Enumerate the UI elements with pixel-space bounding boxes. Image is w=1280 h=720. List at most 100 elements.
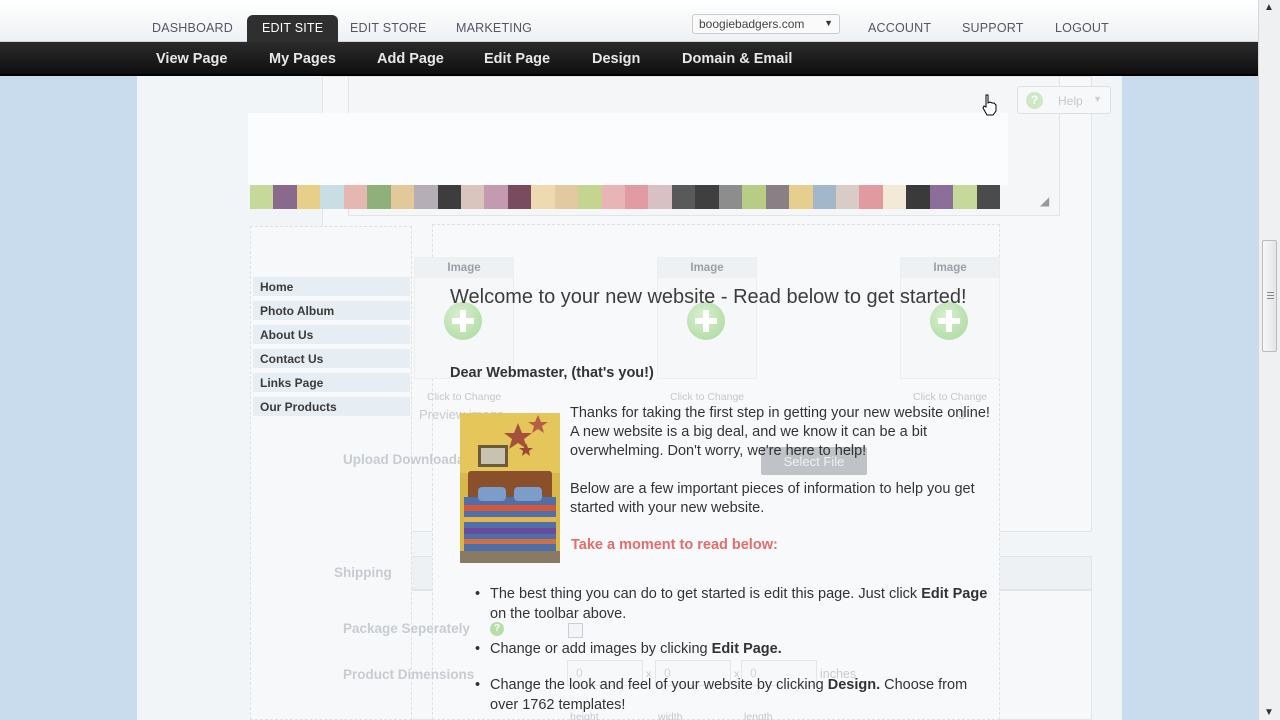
stripe-segment [507, 185, 532, 209]
bullet-dot: • [475, 586, 481, 602]
stripe-segment [953, 185, 977, 209]
stripe-segment [882, 185, 907, 209]
welcome-paragraph-2: Below are a few important pieces of info… [570, 481, 975, 516]
bedroom-photo [460, 413, 560, 563]
stripe-segment [390, 185, 415, 209]
image-slot-hint[interactable]: Click to Change [670, 391, 744, 403]
stripe-segment [460, 185, 485, 209]
view-page-button[interactable]: View Page [156, 51, 227, 67]
bullet-bold: Edit Page [921, 586, 988, 602]
list-item: • Change the look and feel of your websi… [475, 676, 990, 715]
stripe-segment [320, 185, 344, 209]
vertical-scrollbar[interactable]: ▲ ▼ [1258, 0, 1280, 720]
site-selector[interactable]: boogiebadgers.com ▼ [692, 14, 840, 34]
stripe-segment [367, 185, 391, 209]
stripe-segment [625, 185, 649, 209]
welcome-notice: Take a moment to read below: [571, 537, 778, 553]
bullet-bold: Edit Page. [711, 641, 782, 657]
stripe-segment [718, 185, 743, 209]
bullet-text: The best thing you can do to get started… [490, 586, 922, 602]
image-slot-hint[interactable]: Click to Change [913, 391, 987, 403]
stripe-segment [835, 185, 860, 209]
stripe-segment [812, 185, 836, 209]
top-navigation: DASHBOARD EDIT SITE EDIT STORE MARKETING… [0, 0, 1258, 42]
welcome-greeting: Dear Webmaster, (that's you!) [450, 365, 654, 381]
stripe-segment [531, 185, 555, 209]
stripe-segment [578, 185, 602, 209]
help-button[interactable]: ? Help ▼ [1017, 86, 1111, 114]
help-icon: ? [1026, 92, 1043, 109]
logout-link[interactable]: LOGOUT [1055, 21, 1109, 35]
bullet-text: Change the look and feel of your website… [490, 677, 828, 693]
stripe-segment [484, 185, 508, 209]
grip-line [1267, 292, 1274, 293]
chevron-down-icon: ▼ [824, 18, 833, 28]
stripe-segment [859, 185, 883, 209]
image-slot-caption: Image [415, 258, 513, 278]
bullet-text: on the toolbar above. [490, 605, 627, 622]
chevron-down-icon: ▼ [1093, 94, 1102, 104]
package-separately-checkbox[interactable] [568, 623, 583, 638]
sidebar-item-our-products[interactable]: Our Products [253, 397, 410, 416]
scroll-up-icon[interactable]: ▲ [1264, 2, 1274, 13]
domain-email-button[interactable]: Domain & Email [682, 51, 792, 67]
welcome-paragraph-1: Thanks for taking the first step in gett… [570, 405, 990, 459]
bullet-text: Change or add images by clicking [490, 641, 712, 657]
bullet-dot: • [475, 677, 481, 693]
welcome-title: Welcome to your new website - Read below… [450, 286, 967, 308]
edit-site-toolbar: View Page My Pages Add Page Edit Page De… [0, 42, 1258, 76]
package-separately-label: Package Seperately [343, 621, 470, 636]
resize-handle-icon[interactable]: ◢ [1040, 194, 1049, 208]
shipping-label: Shipping [334, 565, 392, 580]
sidebar-item-photo-album[interactable]: Photo Album [253, 301, 410, 320]
scrollbar-thumb[interactable] [1262, 240, 1277, 352]
grip-line [1267, 298, 1274, 299]
stripe-segment [601, 185, 625, 209]
scroll-down-icon[interactable]: ▼ [1264, 707, 1274, 718]
site-header[interactable] [248, 113, 1008, 185]
image-slot-caption: Image [658, 258, 756, 278]
list-item: • The best thing you can do to get start… [475, 585, 990, 624]
hand-cursor-icon [982, 94, 997, 116]
help-icon[interactable]: ? [490, 622, 504, 636]
account-link[interactable]: ACCOUNT [868, 21, 931, 35]
image-slot-caption: Image [901, 258, 999, 278]
header-stripe-banner [250, 185, 1000, 209]
stripe-segment [765, 185, 790, 209]
stripe-segment [273, 185, 297, 209]
image-slot-hint[interactable]: Click to Change [427, 391, 501, 403]
stripe-segment [250, 185, 274, 209]
add-page-button[interactable]: Add Page [377, 51, 444, 67]
tab-edit-site[interactable]: EDIT SITE [247, 15, 339, 42]
stripe-segment [414, 185, 438, 209]
sidebar-item-contact-us[interactable]: Contact Us [253, 349, 410, 368]
stripe-segment [695, 185, 719, 209]
stripe-segment [296, 185, 321, 209]
edit-page-button[interactable]: Edit Page [484, 51, 550, 67]
stripe-segment [906, 185, 930, 209]
bullet-bold: Design. [827, 677, 881, 693]
stripe-segment [929, 185, 954, 209]
stripe-segment [742, 185, 766, 209]
stripe-segment [648, 185, 672, 209]
stripe-segment [437, 185, 461, 209]
product-dimensions-label: Product Dimensions [343, 667, 475, 682]
tab-dashboard[interactable]: DASHBOARD [152, 21, 233, 35]
stripe-segment [343, 185, 368, 209]
help-label: Help [1058, 94, 1083, 108]
list-item: • Change or add images by clicking Edit … [475, 640, 990, 660]
stripe-segment [976, 185, 1000, 209]
sidebar-item-links-page[interactable]: Links Page [253, 373, 410, 392]
my-pages-button[interactable]: My Pages [269, 51, 336, 67]
tab-edit-store[interactable]: EDIT STORE [350, 21, 427, 35]
support-link[interactable]: SUPPORT [962, 21, 1024, 35]
sidebar-item-home[interactable]: Home [253, 277, 410, 296]
tab-marketing[interactable]: MARKETING [456, 21, 532, 35]
stripe-segment [671, 185, 696, 209]
stripe-segment [554, 185, 579, 209]
grip-line [1267, 295, 1274, 296]
stripe-segment [789, 185, 813, 209]
design-button[interactable]: Design [592, 51, 640, 67]
sidebar-item-about-us[interactable]: About Us [253, 325, 410, 344]
bullet-dot: • [475, 641, 481, 657]
